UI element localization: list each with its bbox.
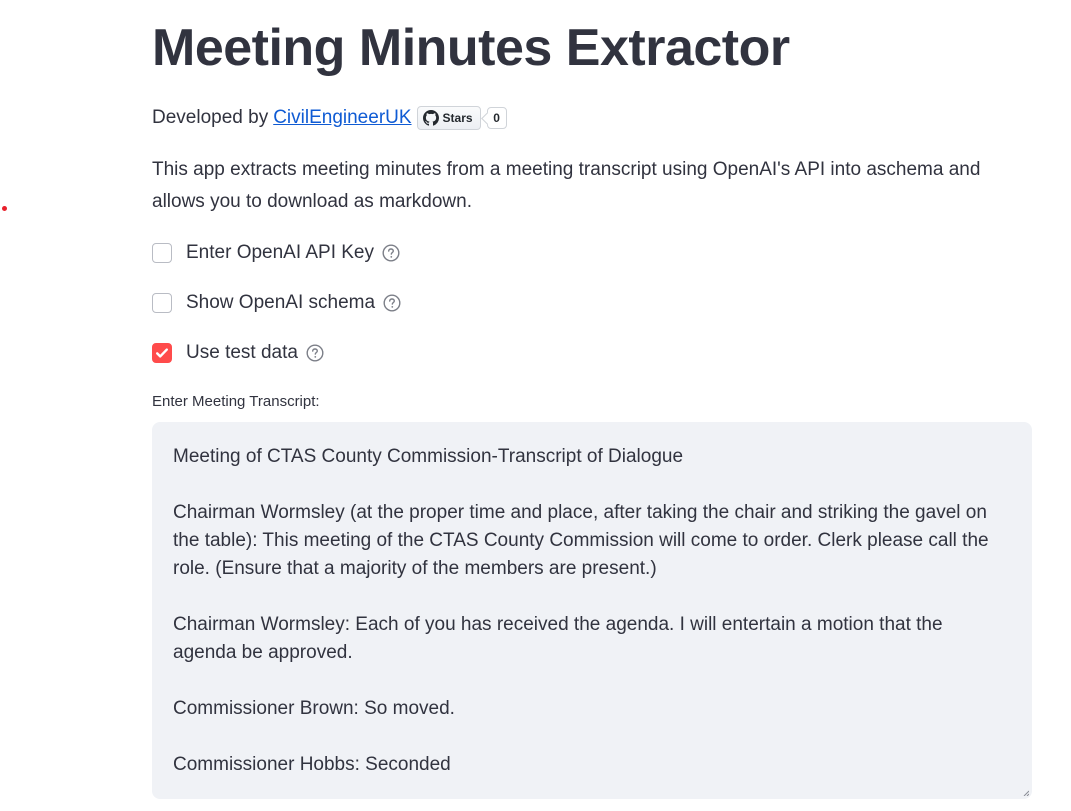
app-description: This app extracts meeting minutes from a… <box>152 159 981 212</box>
checkbox-box-checked[interactable] <box>152 343 172 363</box>
red-marker-dot <box>2 206 7 211</box>
enter-api-key-checkbox[interactable]: Enter OpenAI API Key <box>152 242 400 264</box>
transcript-textarea[interactable]: Meeting of CTAS County Commission-Transc… <box>152 422 1032 799</box>
transcript-paragraph: Chairman Wormsley (at the proper time an… <box>173 502 989 579</box>
show-schema-checkbox[interactable]: Show OpenAI schema <box>152 292 401 314</box>
use-test-data-checkbox[interactable]: Use test data <box>152 342 324 364</box>
checkbox-label[interactable]: Show OpenAI schema <box>186 292 375 314</box>
question-circle-icon[interactable] <box>306 344 324 362</box>
resize-grip-icon[interactable] <box>1023 790 1029 796</box>
checkbox-box[interactable] <box>152 243 172 263</box>
developer-link[interactable]: CivilEngineerUK <box>273 106 411 130</box>
question-circle-icon[interactable] <box>382 244 400 262</box>
github-mark-icon <box>422 110 439 126</box>
developed-by-text: Developed by <box>152 107 269 128</box>
page-title: Meeting Minutes Extractor <box>152 19 790 77</box>
transcript-paragraph: Commissioner Hobbs: Seconded <box>173 754 451 775</box>
check-icon <box>156 348 168 358</box>
checkbox-label[interactable]: Use test data <box>186 342 298 364</box>
question-circle-icon[interactable] <box>383 294 401 312</box>
github-stars-label: Stars <box>442 111 473 125</box>
checkbox-label[interactable]: Enter OpenAI API Key <box>186 242 374 264</box>
developer-credit: Developed by CivilEngineerUK Stars 0 <box>152 106 507 130</box>
transcript-paragraph: Chairman Wormsley: Each of you has recei… <box>173 614 943 663</box>
checkbox-box[interactable] <box>152 293 172 313</box>
github-stars-button[interactable]: Stars <box>416 106 481 130</box>
transcript-paragraph: Commissioner Brown: So moved. <box>173 698 455 719</box>
transcript-paragraph: Meeting of CTAS County Commission-Transc… <box>173 446 684 467</box>
transcript-label: Enter Meeting Transcript: <box>152 393 320 410</box>
github-star-count[interactable]: 0 <box>486 107 507 129</box>
